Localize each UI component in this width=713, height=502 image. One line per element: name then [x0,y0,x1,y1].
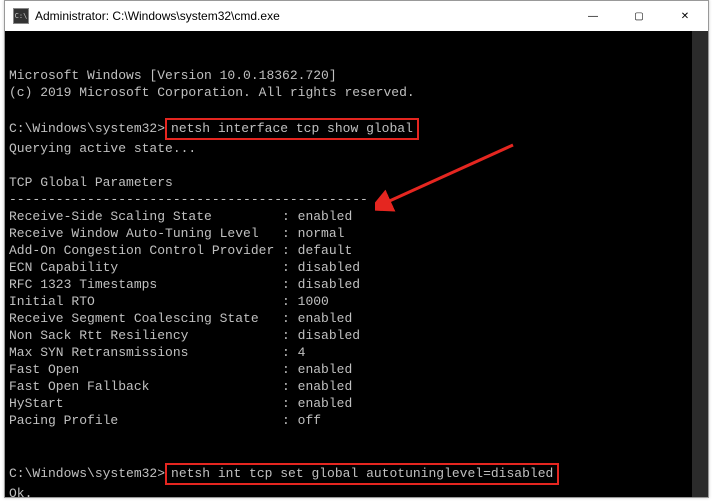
maximize-button[interactable]: ▢ [616,1,662,31]
param-row: Add-On Congestion Control Provider : def… [9,242,704,259]
version-line: Microsoft Windows [Version 10.0.18362.72… [9,67,704,84]
param-row: Receive Segment Coalescing State : enabl… [9,310,704,327]
blank-line [9,101,704,118]
vertical-scrollbar[interactable] [692,31,708,497]
command-highlight: netsh int tcp set global autotuninglevel… [165,463,559,485]
blank-line [9,446,704,463]
param-row: ECN Capability : disabled [9,259,704,276]
ok-line: Ok. [9,485,704,497]
titlebar[interactable]: C:\ Administrator: C:\Windows\system32\c… [5,1,708,31]
param-row: Max SYN Retransmissions : 4 [9,344,704,361]
section-header: TCP Global Parameters [9,174,704,191]
divider-line: ----------------------------------------… [9,191,704,208]
param-row: Fast Open : enabled [9,361,704,378]
terminal-content: Microsoft Windows [Version 10.0.18362.72… [9,67,704,497]
param-row: Receive Window Auto-Tuning Level : norma… [9,225,704,242]
window-controls: — ▢ ✕ [570,1,708,31]
copyright-line: (c) 2019 Microsoft Corporation. All righ… [9,84,704,101]
blank-line [9,157,704,174]
prompt-line: C:\Windows\system32>netsh interface tcp … [9,118,704,140]
param-row: HyStart : enabled [9,395,704,412]
param-row: RFC 1323 Timestamps : disabled [9,276,704,293]
window-title: Administrator: C:\Windows\system32\cmd.e… [35,9,570,23]
terminal-area[interactable]: Microsoft Windows [Version 10.0.18362.72… [5,31,708,497]
close-button[interactable]: ✕ [662,1,708,31]
param-row: Pacing Profile : off [9,412,704,429]
prompt-line: C:\Windows\system32>netsh int tcp set gl… [9,463,704,485]
minimize-button[interactable]: — [570,1,616,31]
param-row: Fast Open Fallback : enabled [9,378,704,395]
cmd-window: C:\ Administrator: C:\Windows\system32\c… [4,0,709,498]
querying-line: Querying active state... [9,140,704,157]
param-row: Initial RTO : 1000 [9,293,704,310]
cmd-icon: C:\ [13,8,29,24]
param-row: Non Sack Rtt Resiliency : disabled [9,327,704,344]
command-highlight: netsh interface tcp show global [165,118,419,140]
param-row: Receive-Side Scaling State : enabled [9,208,704,225]
blank-line [9,429,704,446]
